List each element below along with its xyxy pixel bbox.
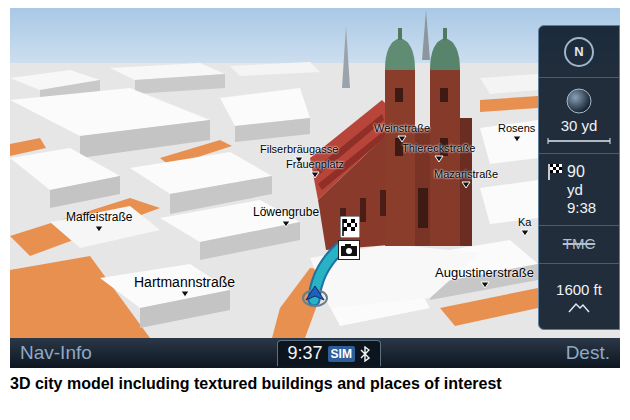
altitude-info: 1600 ft	[539, 264, 619, 329]
caption: 3D city model including textured buildin…	[10, 368, 620, 394]
poi-marker-icon	[480, 281, 490, 289]
street-name[interactable]: Filserbräugasse	[260, 143, 338, 156]
compass-letter[interactable]: N	[574, 42, 583, 62]
camera-icon[interactable]	[338, 240, 360, 260]
bottom-bar: Nav-Info 9:37 SIM Dest.	[10, 338, 620, 368]
street-name[interactable]: Mazaristraße	[434, 168, 498, 181]
nav-screen: Filserbräugasse Frauenplatz Weinstraße Thie…	[10, 8, 620, 368]
street-label[interactable]: Maffeistraße	[66, 211, 132, 233]
zoom-globe-icon	[566, 88, 592, 114]
mountain-icon	[568, 301, 590, 313]
info-panel: N 30 yd 90yd9:38 TMC 1600 ft	[538, 25, 620, 330]
street-name[interactable]: Augustinerstraße	[435, 266, 534, 281]
street-label[interactable]: Mazaristraße	[434, 168, 498, 189]
street-name[interactable]: Rosens	[498, 122, 535, 135]
street-name[interactable]: Frauenplatz	[286, 158, 344, 171]
compass[interactable]: N	[539, 26, 619, 78]
street-label[interactable]: Hartmannstraße	[134, 274, 235, 298]
map-scale[interactable]: 30 yd	[539, 78, 619, 154]
sim-indicator: SIM	[328, 346, 355, 362]
poi-marker-icon	[94, 225, 104, 233]
poi-marker-icon	[520, 229, 530, 237]
compass-icon[interactable]: N	[564, 37, 594, 67]
poi-marker-icon	[512, 135, 522, 143]
poi-marker-icon	[461, 181, 471, 189]
destination-button[interactable]: Dest.	[566, 339, 614, 368]
street-name[interactable]: Hartmannstraße	[134, 274, 235, 290]
street-name[interactable]: Weinstraße	[374, 122, 430, 135]
distance-unit: yd	[547, 181, 619, 199]
checkered-flag-icon	[547, 163, 563, 181]
poi-marker-icon	[397, 135, 407, 143]
map-view[interactable]: Filserbräugasse Frauenplatz Weinstraße Thie…	[10, 8, 620, 338]
scale-bar-icon	[547, 138, 611, 144]
status-box: 9:37 SIM	[277, 340, 381, 366]
street-label[interactable]: Weinstraße	[374, 122, 430, 143]
scale-text: 30 yd	[561, 117, 598, 135]
bluetooth-icon	[360, 346, 370, 362]
street-name[interactable]: Löwengrube	[253, 206, 319, 220]
poi-marker-icon	[281, 220, 291, 228]
street-label[interactable]: Rosens	[498, 122, 535, 143]
clock: 9:37	[288, 340, 323, 367]
street-name[interactable]: Thiereckstraße	[402, 142, 475, 155]
street-name[interactable]: Maffeistraße	[66, 211, 132, 225]
street-label[interactable]: Ka	[518, 216, 531, 237]
street-label[interactable]: Löwengrube	[253, 206, 319, 228]
poi-marker-icon	[310, 171, 320, 179]
altitude-text: 1600 ft	[556, 281, 602, 299]
street-label[interactable]: Frauenplatz	[286, 158, 344, 179]
street-label[interactable]: Augustinerstraße	[435, 266, 534, 289]
street-name[interactable]: Ka	[518, 216, 531, 229]
traffic-info[interactable]: TMC	[539, 226, 619, 264]
destination-info: 90yd9:38	[539, 154, 619, 226]
nav-info-button[interactable]: Nav-Info	[16, 339, 92, 368]
poi-marker-icon	[434, 155, 444, 163]
arrival-time: 9:38	[547, 199, 619, 217]
distance-row: 90	[547, 163, 619, 181]
car-position-icon	[302, 284, 328, 308]
street-label[interactable]: Thiereckstraße	[402, 142, 475, 163]
destination-flag-icon	[340, 216, 360, 238]
distance-value: 90	[567, 163, 585, 181]
poi-marker-icon	[180, 290, 190, 298]
tmc-status[interactable]: TMC	[563, 233, 596, 256]
